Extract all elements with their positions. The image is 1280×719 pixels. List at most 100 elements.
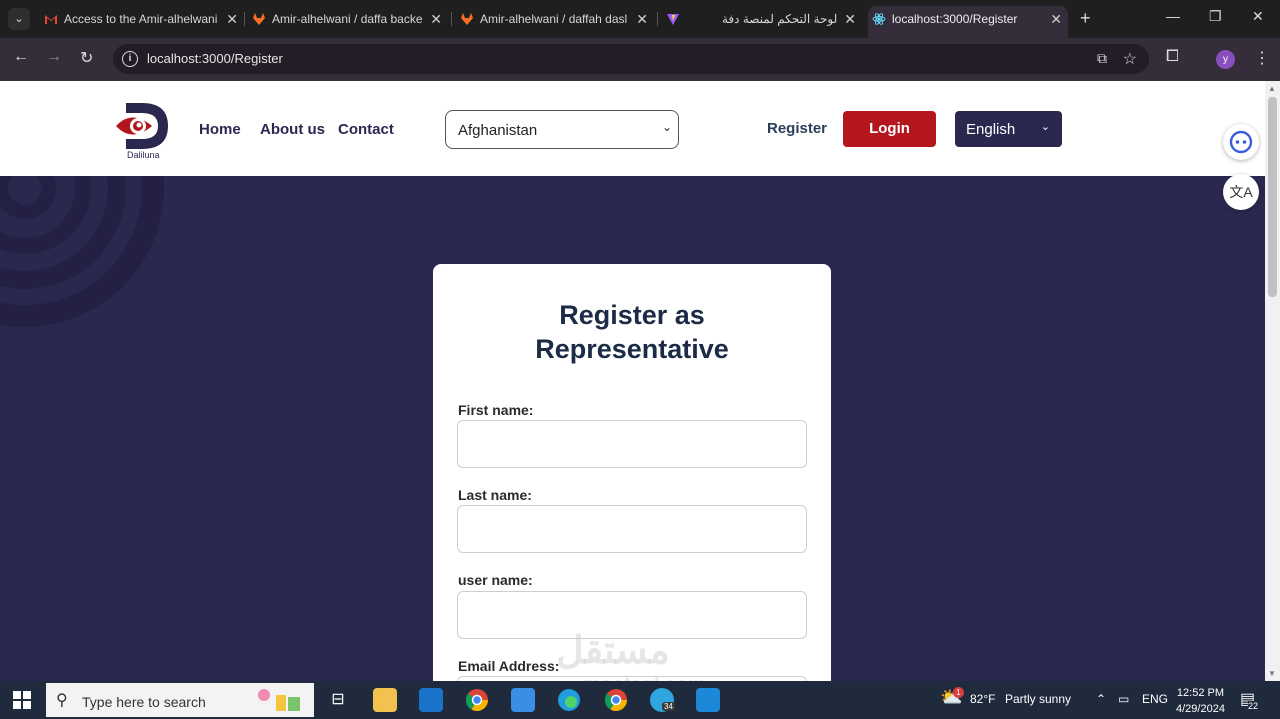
weather-badge: 1 — [953, 687, 964, 698]
search-icon: ⚲ — [56, 692, 68, 709]
nav-home[interactable]: Home — [199, 121, 241, 138]
forward-arrow-icon[interactable]: → — [46, 48, 62, 66]
profile-avatar[interactable]: y — [1216, 50, 1235, 69]
browser-tab-strip: ⌄ Access to the Amir-alhelwani ✕ Amir-al… — [0, 0, 1280, 38]
search-placeholder: Type here to search — [82, 694, 206, 710]
scrollbar-thumb[interactable] — [1268, 97, 1277, 297]
extensions-icon[interactable]: ⧠ — [1166, 48, 1179, 66]
translate-icon[interactable]: ⧉ — [1097, 50, 1107, 67]
chatbot-icon — [1229, 130, 1253, 154]
tab-title: Amir-alhelwani / daffa backe — [272, 12, 423, 26]
telegram-badge: 34 — [662, 702, 675, 711]
first-name-input[interactable] — [457, 420, 807, 468]
new-tab-button[interactable]: + — [1080, 8, 1091, 29]
tab-vite[interactable] — [662, 6, 702, 32]
vscode-icon[interactable] — [696, 688, 720, 712]
nav-contact[interactable]: Contact — [338, 121, 394, 138]
browser-toolbar: ← → ↻ i localhost:3000/Register ⧉ ☆ ⧠ y … — [0, 38, 1280, 81]
weather-temperature[interactable]: 82°F — [970, 692, 995, 706]
address-bar[interactable]: i localhost:3000/Register ⧉ ☆ — [113, 44, 1149, 74]
first-name-label: First name: — [458, 402, 534, 418]
register-link[interactable]: Register — [767, 120, 827, 137]
windows-taskbar: ⚲ Type here to search ⊟ 34 ⛅ 1 82°F Part… — [0, 681, 1280, 719]
windows-start-icon[interactable] — [13, 691, 31, 709]
register-card: Register as Representative First name: L… — [433, 264, 831, 681]
notification-count: 22 — [1248, 701, 1259, 711]
tab-dashboard-arabic[interactable]: لوحة التحكم لمنصة دفة ✕ — [712, 6, 862, 32]
tab-divider — [657, 12, 658, 26]
url-text[interactable]: localhost:3000/Register — [147, 51, 283, 66]
language-select[interactable]: English ⌄ — [955, 111, 1062, 147]
site-info-icon[interactable]: i — [122, 51, 138, 67]
taskbar-clock[interactable]: 12:52 PM 4/29/2024 — [1176, 685, 1225, 717]
minimize-button[interactable]: — — [1166, 8, 1180, 24]
email-label: Email Address: — [458, 658, 560, 674]
country-select-value: Afghanistan — [458, 122, 538, 139]
login-button[interactable]: Login — [843, 111, 936, 147]
taskbar-search[interactable]: ⚲ Type here to search — [46, 683, 314, 717]
chevron-up-icon[interactable]: ⌃ — [1096, 692, 1106, 706]
edge-icon[interactable] — [557, 688, 581, 712]
username-label: user name: — [458, 572, 533, 588]
nav-about-us[interactable]: About us — [260, 121, 325, 138]
chevron-down-icon: ⌄ — [1040, 121, 1050, 133]
tab-title: Access to the Amir-alhelwani — [64, 12, 218, 26]
form-title-line1: Register as — [559, 300, 705, 330]
task-view-icon[interactable]: ⊟ — [326, 688, 350, 712]
last-name-input[interactable] — [457, 505, 807, 553]
chrome-icon[interactable] — [465, 688, 489, 712]
vite-icon — [667, 14, 679, 25]
search-highlight-art — [258, 689, 300, 711]
tab-title: Amir-alhelwani / daffah dasl — [480, 12, 628, 26]
page-scrollbar[interactable]: ▲ ▼ — [1265, 81, 1280, 681]
react-icon — [872, 13, 886, 25]
tab-title: localhost:3000/Register — [892, 12, 1018, 26]
restore-button[interactable]: ❐ — [1209, 8, 1222, 25]
store-icon[interactable] — [511, 688, 535, 712]
tab-gitlab-backend[interactable]: Amir-alhelwani / daffa backe ✕ — [248, 6, 448, 32]
close-icon[interactable]: ✕ — [636, 6, 648, 32]
clock-date: 4/29/2024 — [1176, 703, 1225, 715]
page-viewport: Daliluna Home About us Contact Afghanist… — [0, 81, 1265, 681]
tab-divider — [451, 12, 452, 26]
back-arrow-icon[interactable]: ← — [13, 48, 29, 66]
scroll-up-icon[interactable]: ▲ — [1268, 84, 1276, 93]
close-window-button[interactable]: ✕ — [1252, 8, 1264, 25]
tab-gmail[interactable]: Access to the Amir-alhelwani ✕ — [40, 6, 244, 32]
menu-dots-icon[interactable]: ⋮ — [1254, 48, 1270, 68]
close-icon[interactable]: ✕ — [1050, 6, 1062, 32]
chrome-active-icon[interactable] — [604, 688, 628, 712]
close-icon[interactable]: ✕ — [844, 6, 856, 32]
gitlab-icon — [461, 13, 473, 25]
telegram-icon[interactable]: 34 — [650, 688, 675, 712]
close-icon[interactable]: ✕ — [430, 6, 442, 32]
tab-divider — [244, 12, 245, 26]
form-title-line2: Representative — [535, 334, 729, 364]
language-indicator[interactable]: ENG — [1142, 692, 1168, 706]
form-title: Register as Representative — [433, 298, 831, 366]
translate-icon: 文A — [1229, 184, 1253, 200]
gitlab-icon — [253, 13, 265, 25]
weather-description[interactable]: Partly sunny — [1005, 692, 1071, 706]
logo-text: Daliluna — [127, 150, 160, 160]
tab-register-active[interactable]: localhost:3000/Register ✕ — [868, 6, 1068, 38]
tab-gitlab-dashboard[interactable]: Amir-alhelwani / daffah dasl ✕ — [456, 6, 654, 32]
gmail-icon — [45, 15, 57, 24]
mail-icon[interactable] — [419, 688, 443, 712]
watermark-arabic: مستقل — [556, 630, 670, 672]
country-select[interactable]: Afghanistan ⌄ — [445, 110, 679, 149]
assistant-button[interactable] — [1223, 124, 1259, 160]
bookmark-star-icon[interactable]: ☆ — [1123, 49, 1137, 69]
file-explorer-icon[interactable] — [373, 688, 397, 712]
tab-title: لوحة التحكم لمنصة دفة — [722, 12, 838, 26]
language-select-value: English — [966, 121, 1016, 138]
close-icon[interactable]: ✕ — [226, 6, 238, 32]
scroll-down-icon[interactable]: ▼ — [1268, 669, 1276, 678]
battery-icon[interactable]: ▭ — [1118, 692, 1129, 706]
chevron-down-icon: ⌄ — [661, 120, 672, 134]
translate-button[interactable]: 文A — [1223, 174, 1259, 210]
tab-search-button[interactable]: ⌄ — [8, 8, 30, 30]
site-header: Daliluna Home About us Contact Afghanist… — [0, 81, 1265, 176]
last-name-label: Last name: — [458, 487, 532, 503]
reload-icon[interactable]: ↻ — [80, 48, 93, 68]
